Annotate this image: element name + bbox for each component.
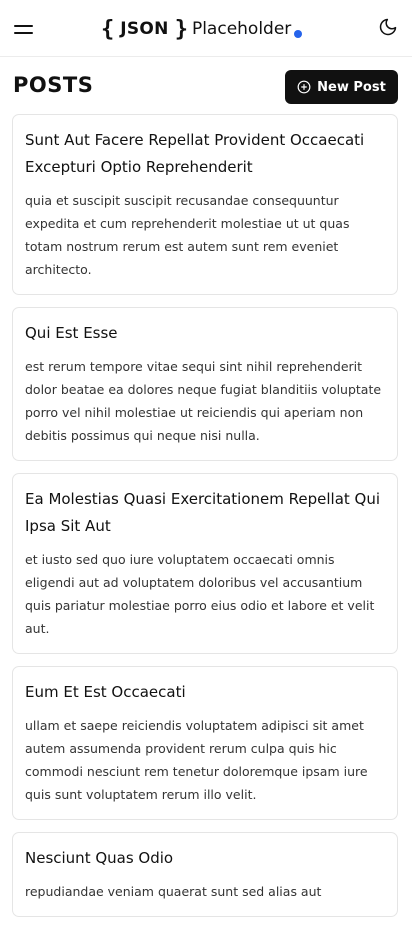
post-body: quia et suscipit suscipit recusandae con… (25, 193, 350, 277)
moon-icon[interactable] (378, 17, 398, 37)
plus-circle-icon (297, 80, 311, 94)
page-title: POSTS (13, 73, 94, 97)
post-body: ullam et saepe reiciendis voluptatem adi… (25, 718, 368, 802)
menu-bar-bottom (14, 32, 33, 34)
logo-placeholder-text: Placeholder (191, 19, 292, 39)
new-post-label: New Post (317, 79, 386, 95)
post-card[interactable]: Ea Molestias Quasi Exercitationem Repell… (12, 473, 398, 654)
logo-brace-close: } (174, 16, 188, 42)
post-title: Nesciunt Quas Odio (25, 849, 174, 867)
post-card[interactable]: Sunt Aut Facere Repellat Provident Occae… (12, 114, 398, 295)
post-body: et iusto sed quo iure voluptatem occaeca… (25, 552, 375, 636)
post-body: est rerum tempore vitae sequi sint nihil… (25, 359, 382, 443)
post-card[interactable]: Eum Et Est Occaecati ullam et saepe reic… (12, 666, 398, 820)
site-logo[interactable]: { JSON } Placeholder (101, 14, 303, 44)
post-card[interactable]: Nesciunt Quas Odio repudiandae veniam qu… (12, 832, 398, 917)
post-title: Ea Molestias Quasi Exercitationem Repell… (25, 490, 381, 535)
post-title: Qui Est Esse (25, 324, 118, 342)
logo-brace-open: { (101, 16, 115, 42)
post-title: Eum Et Est Occaecati (25, 683, 186, 701)
hamburger-menu-icon[interactable] (14, 22, 34, 36)
posts-list: Sunt Aut Facere Repellat Provident Occae… (12, 114, 398, 929)
logo-json-text: JSON (120, 19, 169, 39)
page-title-row: POSTS New Post (0, 70, 412, 104)
menu-bar-top (14, 25, 33, 27)
app-header: { JSON } Placeholder (0, 0, 412, 57)
logo-dot (294, 29, 303, 38)
new-post-button[interactable]: New Post (285, 70, 398, 104)
post-title: Sunt Aut Facere Repellat Provident Occae… (25, 131, 365, 176)
post-card[interactable]: Qui Est Esse est rerum tempore vitae seq… (12, 307, 398, 461)
